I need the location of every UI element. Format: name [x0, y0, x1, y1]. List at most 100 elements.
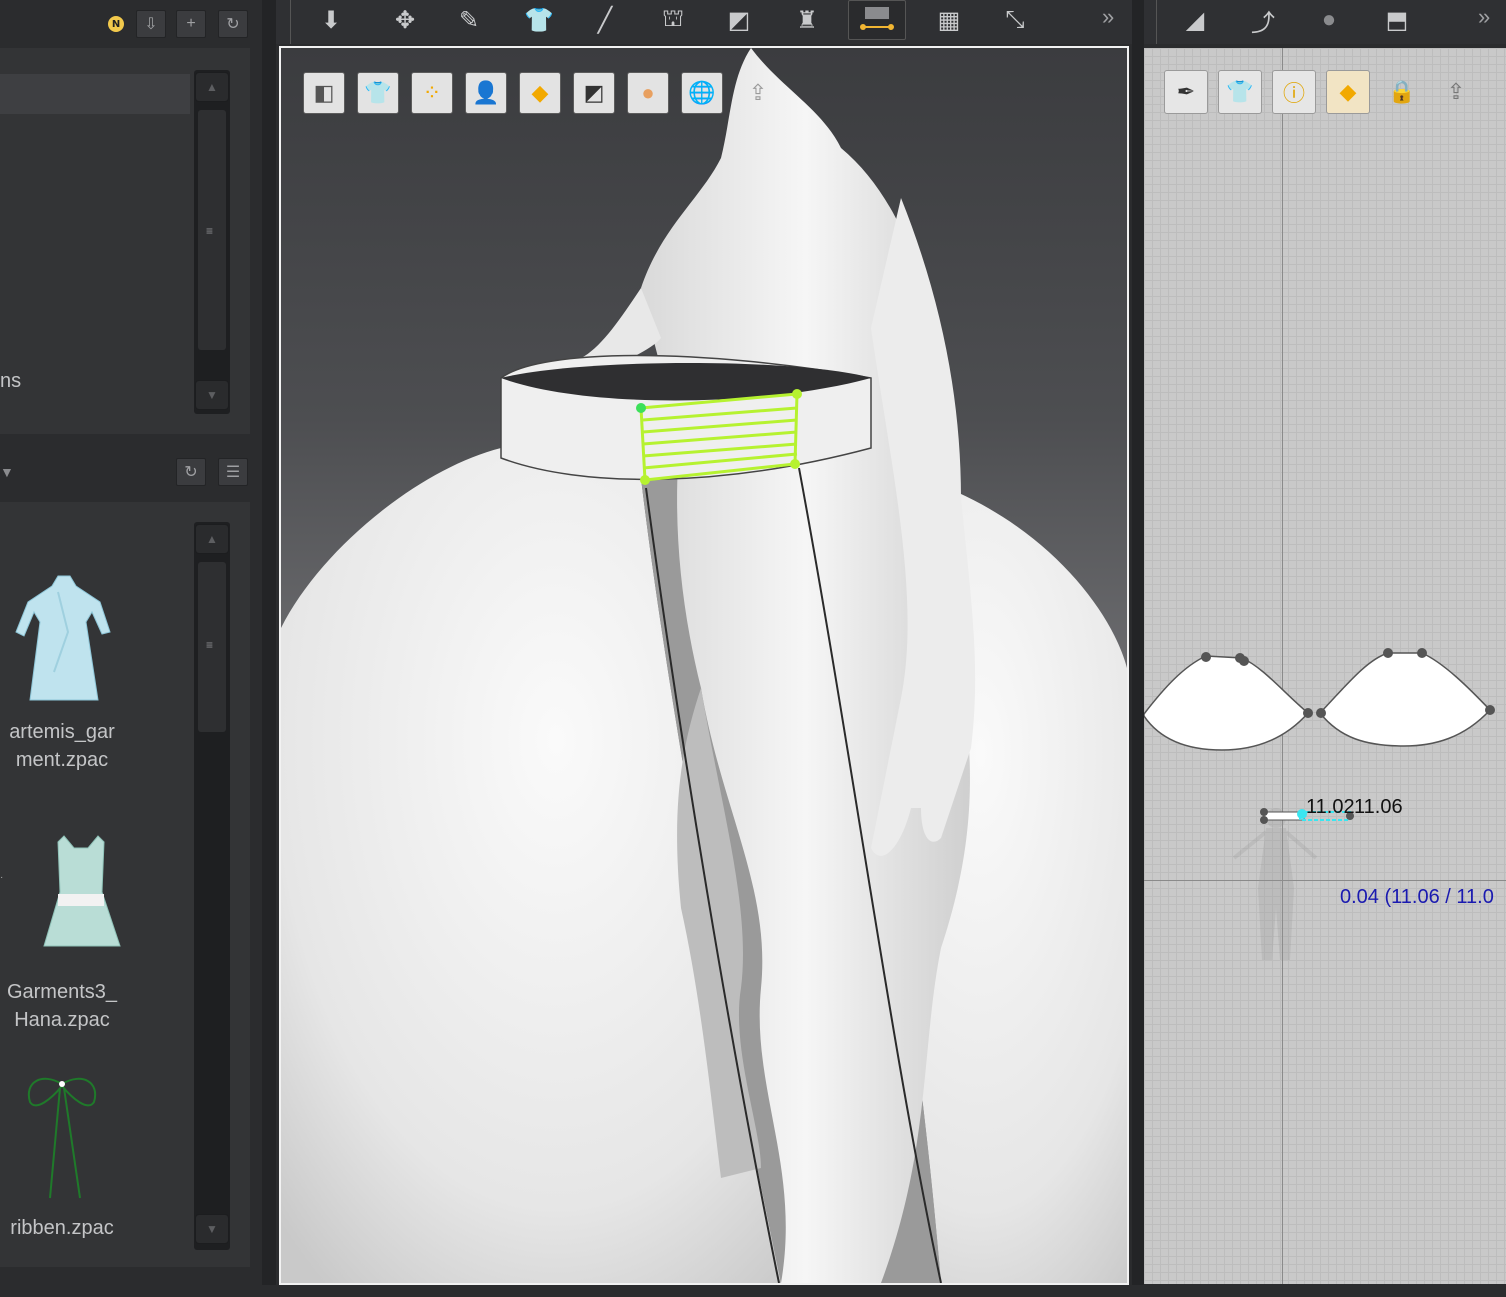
view-splitter[interactable] [1132, 0, 1144, 1297]
library-panel: N ⇩ + ↻ ns ▲ ≡ ▼ ▼ ↻ ☰ artemis_gar ment.… [0, 0, 262, 1297]
segment-tool[interactable]: ◢ [1172, 0, 1218, 40]
library-tree: ns ▲ ≡ ▼ [0, 48, 250, 434]
files-header: ▼ ↻ ☰ [0, 448, 262, 502]
chevron-down-icon[interactable]: ▼ [0, 464, 14, 480]
toolbar-3d: ⬇ ✥ ✎ 👕 ╱ ⛫ ◩ ♜ ▦ ⤡ » [276, 0, 1132, 44]
pattern-piece-right [1319, 652, 1492, 747]
scroll-up-button[interactable]: ▲ [195, 524, 229, 554]
refresh-icon: ↻ [226, 16, 240, 33]
transform-tool[interactable]: ✥ [382, 0, 428, 40]
toolbar-divider [1156, 0, 1157, 44]
scroll-down-button[interactable]: ▼ [195, 1214, 229, 1244]
view-mesh-button[interactable]: ◧ [303, 72, 345, 114]
library-files: artemis_gar ment.zpac · Garments3_ Hana.… [0, 502, 250, 1267]
seam-difference-readout: 0.04 (11.06 / 11.0 [1340, 886, 1494, 908]
brush-tool[interactable]: ✎ [446, 0, 492, 40]
tree-selected-row[interactable] [0, 74, 190, 114]
pin-tool[interactable]: ⤡ [992, 0, 1038, 40]
expand-toolbar-icon[interactable]: » [1102, 4, 1114, 30]
mannequin-tool[interactable]: ♜ [784, 0, 830, 40]
file-item[interactable]: artemis_gar ment.zpac [0, 572, 124, 782]
expand-toolbar-icon[interactable]: » [1478, 4, 1490, 30]
curve-point-tool[interactable]: ⤴ [1240, 0, 1286, 40]
circle-tool[interactable]: ● [1306, 0, 1352, 40]
select-mesh-tool[interactable]: ⬇ [308, 0, 354, 40]
curve-point-icon: ⤴ [1251, 9, 1275, 37]
pattern-tool[interactable]: ⬒ [1374, 0, 1420, 40]
particles-icon: ⁘ [422, 80, 442, 105]
grip-icon: ≡ [206, 224, 214, 238]
arrangement-tool[interactable]: ⛫ [650, 0, 696, 40]
toolbar-divider [290, 0, 291, 44]
shirt-icon: 👕 [524, 6, 554, 34]
brush-icon: ✎ [458, 6, 480, 34]
grid-tool[interactable]: ▦ [926, 0, 972, 40]
toolbar-2d: ◢ ⤴ ● ⬒ » [1144, 0, 1506, 44]
arrow-up-icon: ▲ [206, 532, 218, 546]
new-badge: N [108, 16, 124, 32]
tree-item-label[interactable]: ns [0, 370, 21, 393]
needle-icon: ╱ [597, 6, 613, 34]
ribbon-thumbnail [27, 1077, 97, 1199]
fold-tool[interactable]: ◩ [716, 0, 762, 40]
download-icon: ⇩ [144, 16, 158, 33]
pattern-piece-left [1144, 655, 1310, 751]
refresh-button[interactable]: ↻ [218, 10, 248, 38]
tack-icon [860, 7, 894, 30]
seam-length-b: 11.06 [1354, 796, 1403, 818]
arrow-up-icon: ▲ [206, 80, 218, 94]
pin-icon: ⤡ [1005, 6, 1025, 33]
file-name: Garments3_ Hana.zpac [6, 981, 118, 1031]
cube-icon: ◧ [313, 80, 335, 105]
refresh-icon: ↻ [184, 464, 198, 481]
scene-3d [281, 48, 1127, 1283]
texture-button[interactable]: ◆ [519, 72, 561, 114]
files-scrollbar[interactable]: ▲ ≡ ▼ [194, 522, 230, 1250]
viewport-3d[interactable]: ◧ 👕 ⁘ 👤 ◆ ◩ ● 🌐 ⇪ [279, 46, 1129, 1285]
thumbnail-fragment: · [0, 872, 4, 883]
refresh-files-button[interactable]: ↻ [176, 458, 206, 486]
transform-icon: ✥ [394, 6, 416, 34]
add-button[interactable]: + [176, 10, 206, 38]
arrow-down-icon: ⬇ [320, 6, 342, 34]
splitter[interactable] [262, 0, 276, 1297]
show-avatar-button[interactable]: 👤 [465, 72, 507, 114]
shading-button[interactable]: ◩ [573, 72, 615, 114]
mannequin-icon: ♜ [796, 6, 818, 34]
file-name: ribben.zpac [10, 1217, 114, 1239]
arrangement-icon: ⛫ [661, 5, 685, 32]
avatar-eye-icon: 👤 [472, 80, 500, 105]
needle-tool[interactable]: ╱ [582, 0, 628, 40]
garment-thumbnail [43, 835, 121, 947]
circle-icon: ● [1321, 6, 1337, 33]
pattern-view-2d[interactable]: ✒ 👕 ⓘ ◆ 🔒 ⇪ 11.02 11.06 0.04 (11.06 / 11… [1144, 48, 1506, 1284]
list-icon: ☰ [225, 464, 241, 481]
measure-button[interactable]: ⇪ [737, 72, 779, 114]
library-header: N ⇩ + ↻ [0, 0, 262, 48]
arrow-down-icon: ▼ [206, 1222, 218, 1236]
avatar-texture-button[interactable]: ● [627, 72, 669, 114]
download-button[interactable]: ⇩ [136, 10, 166, 38]
show-garment-button[interactable]: 👕 [357, 72, 399, 114]
file-name: artemis_gar ment.zpac [9, 721, 115, 771]
file-item[interactable]: ribben.zpac [0, 1072, 124, 1252]
arrow-down-icon: ▼ [206, 388, 218, 402]
tack-tool[interactable] [848, 0, 906, 40]
scroll-up-button[interactable]: ▲ [195, 72, 229, 102]
scroll-down-button[interactable]: ▼ [195, 380, 229, 410]
shading-icon: ◩ [583, 80, 605, 105]
avatar-silhouette [1232, 808, 1318, 960]
environment-button[interactable]: 🌐 [681, 72, 723, 114]
pattern-pieces [1144, 648, 1495, 960]
tree-scrollbar[interactable]: ▲ ≡ ▼ [194, 70, 230, 414]
garment-eye-icon: 👕 [364, 80, 392, 105]
globe-icon: 🌐 [688, 80, 716, 105]
measure-icon: ⇪ [748, 80, 768, 105]
grip-icon: ≡ [206, 638, 214, 652]
file-item[interactable]: · Garments3_ Hana.zpac [0, 828, 124, 1038]
particles-button[interactable]: ⁘ [411, 72, 453, 114]
pattern-icon: ⬒ [1385, 6, 1409, 34]
plus-icon: + [186, 15, 196, 32]
list-view-button[interactable]: ☰ [218, 458, 248, 486]
avatar-garment-tool[interactable]: 👕 [516, 0, 562, 40]
